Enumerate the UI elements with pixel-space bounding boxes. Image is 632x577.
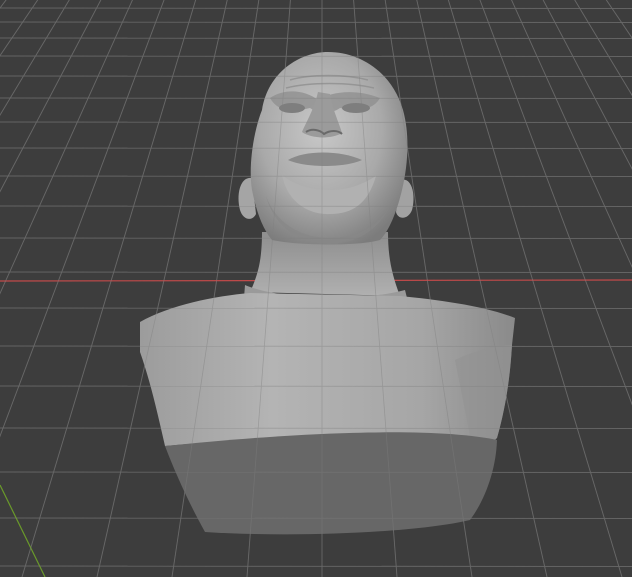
bust-model[interactable] [140,52,515,535]
3d-viewport[interactable] [0,0,632,577]
grid-line [0,147,632,149]
grid-line [0,517,632,519]
grid-line [0,37,632,39]
grid-line [0,427,632,429]
grid-line [0,237,632,239]
grid-line [0,271,632,273]
y-axis-line [0,484,46,577]
grid-line [0,55,632,57]
bust-cut-face [165,432,497,535]
grid-line [0,97,632,99]
grid-line [0,7,632,9]
grid-line [0,345,632,347]
grid-line [0,75,632,77]
bust-eye-right [342,103,370,113]
viewport-canvas[interactable] [0,0,632,577]
grid-line [0,21,632,23]
grid-line [0,205,632,207]
grid-line [0,471,632,473]
grid-line [0,121,632,123]
grid-line [0,307,632,309]
grid-line [0,175,632,177]
grid-line [0,385,632,387]
grid-line [0,565,632,567]
